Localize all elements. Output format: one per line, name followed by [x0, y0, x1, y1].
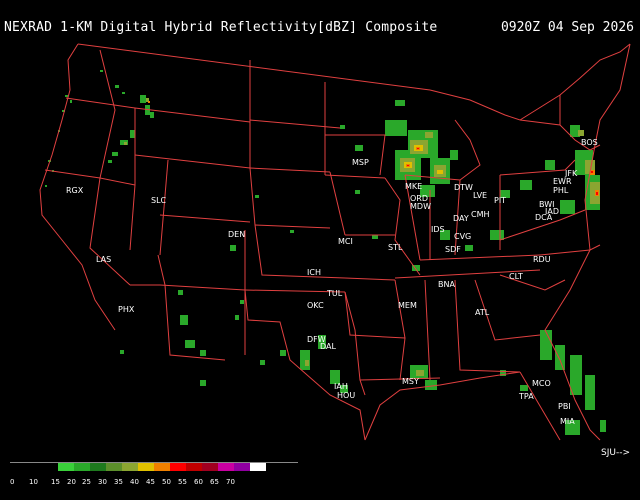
- city-label: IDS: [431, 225, 445, 234]
- city-label: DAY: [453, 214, 469, 223]
- legend-label: 15: [51, 478, 60, 486]
- legend-label: 45: [146, 478, 155, 486]
- city-label: TPA: [518, 392, 534, 401]
- color-legend: [10, 462, 266, 474]
- city-label: TUL: [326, 289, 343, 298]
- legend-label: 30: [98, 478, 107, 486]
- city-label: STL: [388, 243, 403, 252]
- city-label: CLT: [509, 272, 523, 281]
- city-label: SDF: [445, 245, 461, 254]
- legend-label: 50: [162, 478, 171, 486]
- legend-swatch: [250, 462, 266, 471]
- legend-label: 10: [29, 478, 38, 486]
- city-label: OKC: [307, 301, 324, 310]
- map-header: NEXRAD 1-KM Digital Hybrid Reflectivity[…: [0, 0, 640, 36]
- city-label: MCO: [532, 379, 551, 388]
- city-label: PHL: [553, 186, 569, 195]
- legend-swatch: [170, 462, 186, 471]
- legend-swatch: [10, 462, 26, 471]
- legend-swatch: [58, 462, 74, 471]
- legend-label: 25: [82, 478, 91, 486]
- legend-swatch: [26, 462, 42, 471]
- legend-swatch: [106, 462, 122, 471]
- legend-swatch: [218, 462, 234, 471]
- city-label: MIA: [560, 417, 575, 426]
- city-label: MSY: [402, 377, 419, 386]
- legend-swatch: [122, 462, 138, 471]
- city-label: IAH: [334, 382, 348, 391]
- city-label: DCA: [535, 213, 553, 222]
- legend-labels: 0 10 15 20 25 30 35 40 45 50 55 60 65 70: [0, 478, 640, 492]
- legend-swatch: [186, 462, 202, 471]
- legend-label: 70: [226, 478, 235, 486]
- legend-label: 65: [210, 478, 219, 486]
- legend-swatch: [202, 462, 218, 471]
- city-label: SLC: [151, 196, 167, 205]
- city-label: CVG: [454, 232, 471, 241]
- legend-label: 60: [194, 478, 203, 486]
- city-label: EWR: [553, 177, 572, 186]
- radar-map: RGX SLC LAS PHX DEN ICH MCI OKC TUL DFW …: [0, 36, 640, 460]
- legend-label: 0: [10, 478, 15, 486]
- city-label: DTW: [454, 183, 473, 192]
- legend-label: 20: [67, 478, 76, 486]
- city-label: BOS: [581, 138, 598, 147]
- legend-label: 55: [178, 478, 187, 486]
- map-timestamp: 0920Z 04 Sep 2026: [500, 20, 634, 35]
- legend-swatch: [42, 462, 58, 471]
- city-label: BNA: [438, 280, 455, 289]
- city-label: LAS: [96, 255, 111, 264]
- legend-swatch: [154, 462, 170, 471]
- city-label: LVE: [473, 191, 487, 200]
- city-label: PIT: [494, 196, 506, 205]
- legend-swatch: [138, 462, 154, 471]
- city-label: PHX: [118, 305, 135, 314]
- city-label: DAL: [320, 342, 336, 351]
- legend-label: 35: [114, 478, 123, 486]
- city-label: MDW: [410, 202, 431, 211]
- city-label: RDU: [533, 255, 551, 264]
- sju-nav-link[interactable]: SJU-->: [601, 448, 630, 458]
- city-label: RGX: [66, 186, 84, 195]
- city-label: MEM: [398, 301, 417, 310]
- city-label: ICH: [307, 268, 321, 277]
- city-label: CMH: [471, 210, 490, 219]
- city-label: PBI: [558, 402, 571, 411]
- map-title: NEXRAD 1-KM Digital Hybrid Reflectivity[…: [4, 20, 438, 35]
- legend-swatch: [74, 462, 90, 471]
- city-label: HOU: [337, 391, 355, 400]
- city-label: MKE: [405, 182, 422, 191]
- city-label: ATL: [475, 308, 490, 317]
- legend-frame: [10, 462, 298, 463]
- map-background: [0, 36, 640, 460]
- city-label: MSP: [352, 158, 369, 167]
- city-label: MCI: [338, 237, 353, 246]
- legend-swatch: [234, 462, 250, 471]
- legend-label: 40: [130, 478, 139, 486]
- city-label: DEN: [228, 230, 245, 239]
- legend-swatch: [90, 462, 106, 471]
